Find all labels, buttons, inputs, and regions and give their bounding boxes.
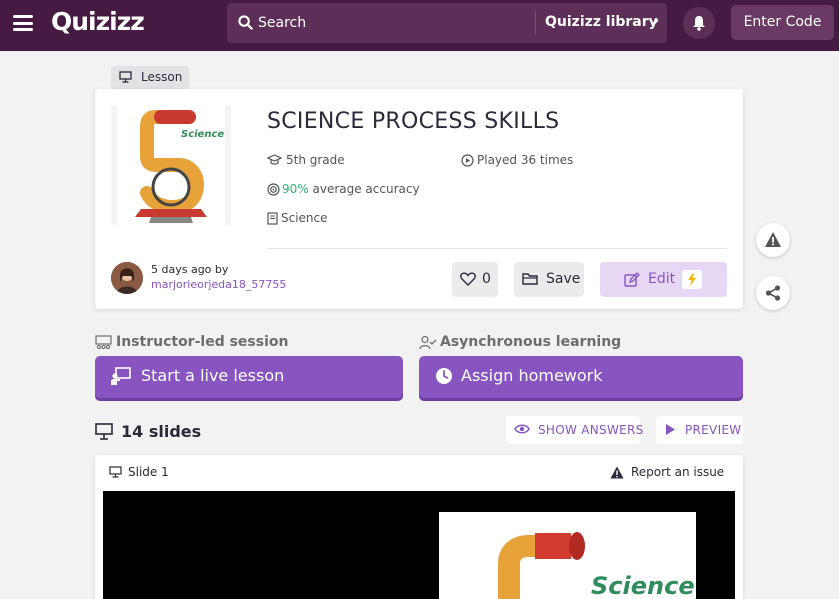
share-button[interactable]: [756, 276, 790, 310]
slide-science-text: Science: [591, 572, 695, 599]
play-icon: [666, 424, 675, 435]
presentation-icon: [119, 71, 132, 83]
slide-preview[interactable]: Science: [103, 491, 735, 599]
heart-icon: [460, 272, 476, 286]
lesson-type-tag: Lesson: [111, 66, 189, 89]
preview-button[interactable]: PREVIEW: [656, 416, 743, 444]
like-count: 0: [482, 271, 491, 287]
preview-label: PREVIEW: [685, 423, 742, 437]
eye-icon: [514, 424, 530, 434]
author-link[interactable]: marjorieorjeda18_57755: [151, 278, 286, 291]
show-answers-label: SHOW ANSWERS: [538, 423, 644, 437]
slides-count-label: 14 slides: [121, 422, 202, 441]
library-dropdown[interactable]: Quizizz library: [545, 14, 658, 30]
slide-card: Slide 1 Report an issue Science: [95, 455, 743, 599]
accuracy-suffix: average accuracy: [308, 182, 420, 196]
super-badge: [682, 270, 702, 289]
start-live-lesson-button[interactable]: Start a live lesson: [95, 356, 403, 398]
target-icon: [267, 183, 280, 196]
report-issue-label: Report an issue: [631, 465, 725, 479]
slide-image: Science: [439, 512, 696, 599]
assign-homework-button[interactable]: Assign homework: [419, 356, 743, 398]
played-text: Played 36 times: [477, 153, 574, 167]
quiz-title: SCIENCE PROCESS SKILLS: [267, 109, 560, 134]
notifications-button[interactable]: [683, 7, 715, 39]
clock-icon: [436, 368, 452, 384]
classroom-icon: [95, 335, 112, 350]
lesson-tag-label: Lesson: [141, 70, 183, 84]
accuracy-text: 90% average accuracy: [282, 182, 420, 196]
divider: [267, 248, 727, 249]
search-bar[interactable]: Search Quizizz library: [227, 3, 667, 43]
presenter-icon: [111, 367, 131, 385]
top-navigation-bar: Quizizz Search Quizizz library Enter Cod…: [0, 0, 839, 51]
warning-icon: [765, 232, 781, 247]
report-button[interactable]: [756, 223, 790, 257]
start-live-lesson-label: Start a live lesson: [141, 366, 285, 385]
save-label: Save: [546, 271, 581, 287]
menu-icon[interactable]: [13, 15, 33, 31]
search-input[interactable]: Search: [258, 15, 306, 31]
graduation-cap-icon: [267, 154, 282, 165]
save-button[interactable]: Save: [514, 262, 584, 297]
play-circle-icon: [461, 154, 474, 167]
presentation-icon: [95, 423, 113, 440]
like-button[interactable]: 0: [452, 262, 498, 297]
share-icon: [765, 285, 781, 301]
presentation-icon: [109, 466, 122, 478]
enter-code-button[interactable]: Enter Code: [731, 5, 834, 40]
accuracy-value: 90%: [282, 182, 309, 196]
book-icon: [267, 212, 278, 225]
search-icon: [238, 15, 253, 30]
user-check-icon: [419, 335, 437, 350]
instructor-led-label: Instructor-led session: [116, 334, 289, 350]
author-avatar[interactable]: [111, 262, 143, 294]
assign-homework-label: Assign homework: [461, 366, 603, 385]
quizizz-logo[interactable]: Quizizz: [51, 7, 145, 36]
slide-number-label: Slide 1: [128, 465, 169, 479]
search-divider: [535, 11, 536, 35]
show-answers-button[interactable]: SHOW ANSWERS: [506, 416, 643, 444]
subject-text: Science: [281, 211, 328, 225]
warning-icon: [610, 466, 624, 479]
edit-icon: [624, 272, 640, 287]
edit-label: Edit: [648, 271, 676, 287]
author-timestamp: 5 days ago by: [151, 263, 229, 276]
edit-button[interactable]: Edit: [600, 262, 727, 297]
quiz-thumbnail: Science: [111, 105, 231, 225]
chevron-down-icon[interactable]: [648, 16, 660, 28]
async-label: Asynchronous learning: [440, 334, 622, 350]
quiz-info-card: Science SCIENCE PROCESS SKILLS 5th grade…: [95, 89, 743, 309]
thumb-science-text: Science: [181, 129, 224, 140]
bell-icon: [693, 16, 705, 31]
lightning-icon: [688, 273, 696, 286]
grade-text: 5th grade: [286, 153, 345, 167]
folder-icon: [522, 273, 538, 285]
